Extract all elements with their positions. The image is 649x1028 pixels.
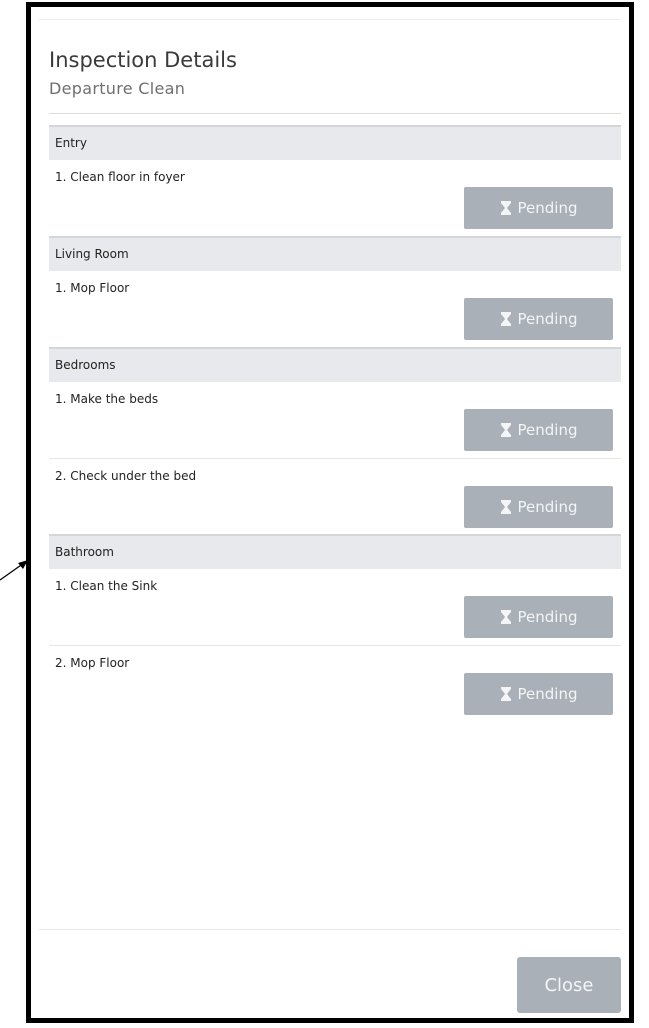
hourglass-icon: [500, 687, 512, 701]
item-label: 2. Check under the bed: [55, 469, 197, 483]
item-label: 2. Mop Floor: [55, 656, 130, 670]
close-button[interactable]: Close: [517, 957, 621, 1013]
dialog-header: Inspection Details Departure Clean: [49, 47, 621, 99]
pending-button[interactable]: Pending: [464, 596, 613, 638]
pending-label: Pending: [517, 608, 578, 626]
item-label: 1. Clean the Sink: [55, 579, 158, 593]
pending-label: Pending: [517, 199, 578, 217]
pending-label: Pending: [517, 310, 578, 328]
section-bedrooms: Bedrooms 1. Make the beds Pending 2. Che…: [49, 347, 621, 534]
pending-label: Pending: [517, 421, 578, 439]
hourglass-icon: [500, 610, 512, 624]
hourglass-icon: [500, 312, 512, 326]
section-header: Bedrooms: [49, 347, 621, 382]
section-header: Living Room: [49, 236, 621, 271]
footer-divider: [39, 929, 621, 930]
pending-button[interactable]: Pending: [464, 298, 613, 340]
checklist-item: 1. Clean the Sink Pending: [49, 569, 621, 645]
pending-button[interactable]: Pending: [464, 673, 613, 715]
pending-label: Pending: [517, 498, 578, 516]
hourglass-icon: [500, 500, 512, 514]
pending-button[interactable]: Pending: [464, 486, 613, 528]
section-header: Entry: [49, 125, 621, 160]
checklist-item: 1. Make the beds Pending: [49, 382, 621, 458]
top-divider: [39, 19, 621, 20]
checklist-sections: Entry 1. Clean floor in foyer Pending Li…: [49, 125, 621, 721]
item-label: 1. Make the beds: [55, 392, 159, 406]
section-living-room: Living Room 1. Mop Floor Pending: [49, 236, 621, 347]
checklist-item: 1. Mop Floor Pending: [49, 271, 621, 347]
checklist-item: 2. Mop Floor Pending: [49, 645, 621, 721]
hourglass-icon: [500, 423, 512, 437]
dialog-title: Inspection Details: [49, 48, 237, 72]
pending-button[interactable]: Pending: [464, 187, 613, 229]
checklist-item: 1. Clean floor in foyer Pending: [49, 160, 621, 236]
section-header: Bathroom: [49, 534, 621, 569]
checklist-item: 2. Check under the bed Pending: [49, 458, 621, 534]
header-divider: [49, 113, 621, 114]
dialog-subtitle: Departure Clean: [49, 79, 186, 98]
pending-button[interactable]: Pending: [464, 409, 613, 451]
item-label: 1. Mop Floor: [55, 281, 130, 295]
section-bathroom: Bathroom 1. Clean the Sink Pending 2. Mo…: [49, 534, 621, 721]
inspection-dialog: Inspection Details Departure Clean Entry…: [26, 2, 634, 1023]
pending-label: Pending: [517, 685, 578, 703]
section-entry: Entry 1. Clean floor in foyer Pending: [49, 125, 621, 236]
item-label: 1. Clean floor in foyer: [55, 170, 185, 184]
hourglass-icon: [500, 201, 512, 215]
